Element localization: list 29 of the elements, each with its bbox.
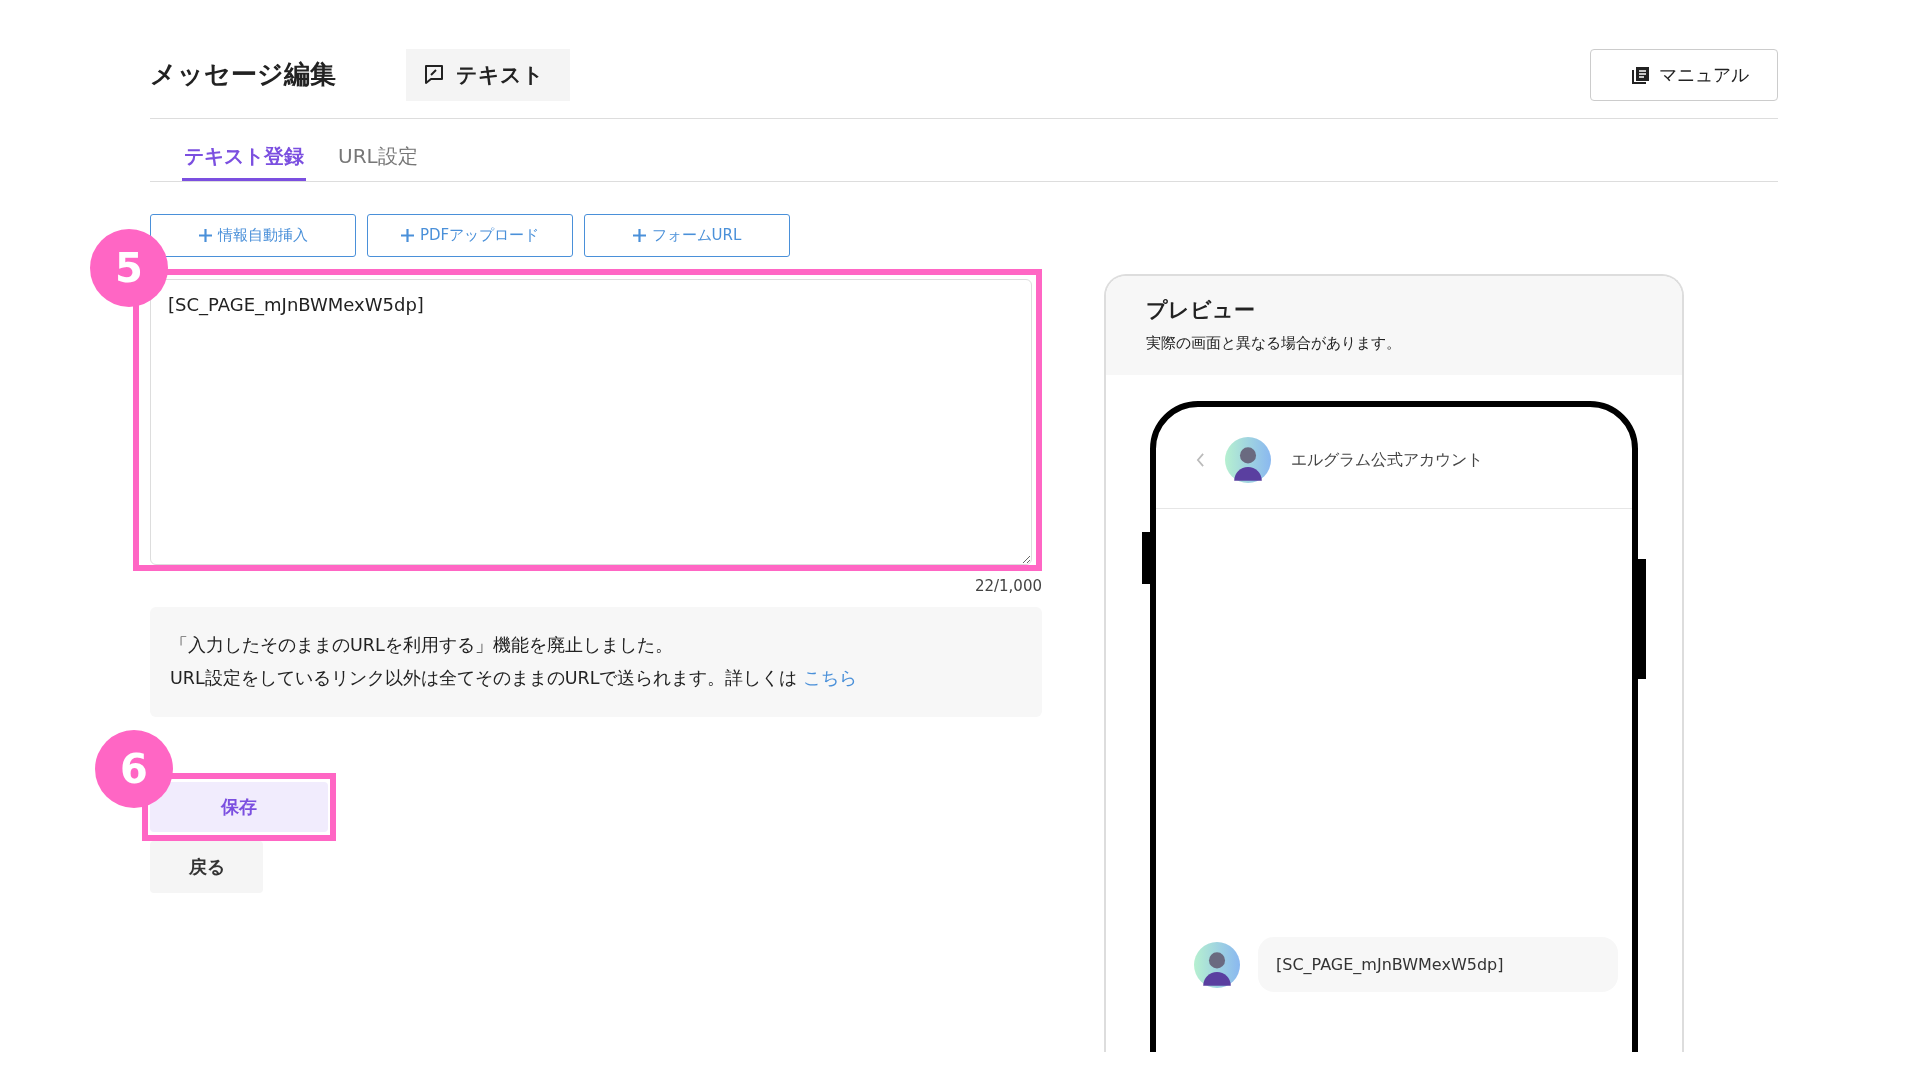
- back-chevron-icon[interactable]: [1196, 453, 1205, 467]
- tab[interactable]: URL設定: [336, 137, 420, 181]
- plus-icon: [632, 229, 646, 242]
- book-icon: [1631, 64, 1651, 85]
- details-link[interactable]: こちら: [803, 668, 857, 688]
- insert-button[interactable]: フォームURL: [584, 214, 790, 257]
- notice-text: URL設定をしているリンク以外は全てそのままのURLで送られます。詳しくは: [170, 668, 798, 688]
- insert-button[interactable]: 情報自動挿入: [150, 214, 356, 257]
- speech-bubble-icon: [422, 62, 446, 87]
- avatar-icon: [1194, 941, 1240, 988]
- message-type-label: テキスト: [456, 61, 544, 89]
- preview-note: 実際の画面と異なる場合があります。: [1146, 334, 1402, 353]
- plus-icon: [198, 229, 212, 242]
- step-badge: 5: [90, 229, 168, 307]
- step-badge: 6: [95, 730, 173, 808]
- message-text-field[interactable]: [SC_PAGE_mJnBWMexW5dp]: [150, 279, 1032, 565]
- save-button[interactable]: 保存: [150, 782, 328, 832]
- plus-icon: [400, 229, 414, 242]
- notice-text: 「入力したそのままのURLを利用する」機能を廃止しました。: [170, 634, 674, 657]
- back-button[interactable]: 戻る: [150, 841, 263, 893]
- account-name: エルグラム公式アカウント: [1291, 449, 1483, 471]
- character-counter: 22/1,000: [973, 577, 1042, 595]
- page-title: メッセージ編集: [150, 58, 336, 91]
- insert-button[interactable]: PDFアップロード: [367, 214, 573, 257]
- preview-title: プレビュー: [1146, 297, 1256, 324]
- tab[interactable]: テキスト登録: [182, 137, 306, 181]
- manual-button[interactable]: マニュアル: [1590, 48, 1778, 101]
- message-bubble: [SC_PAGE_mJnBWMexW5dp]: [1258, 937, 1618, 992]
- avatar-icon: [1225, 437, 1271, 483]
